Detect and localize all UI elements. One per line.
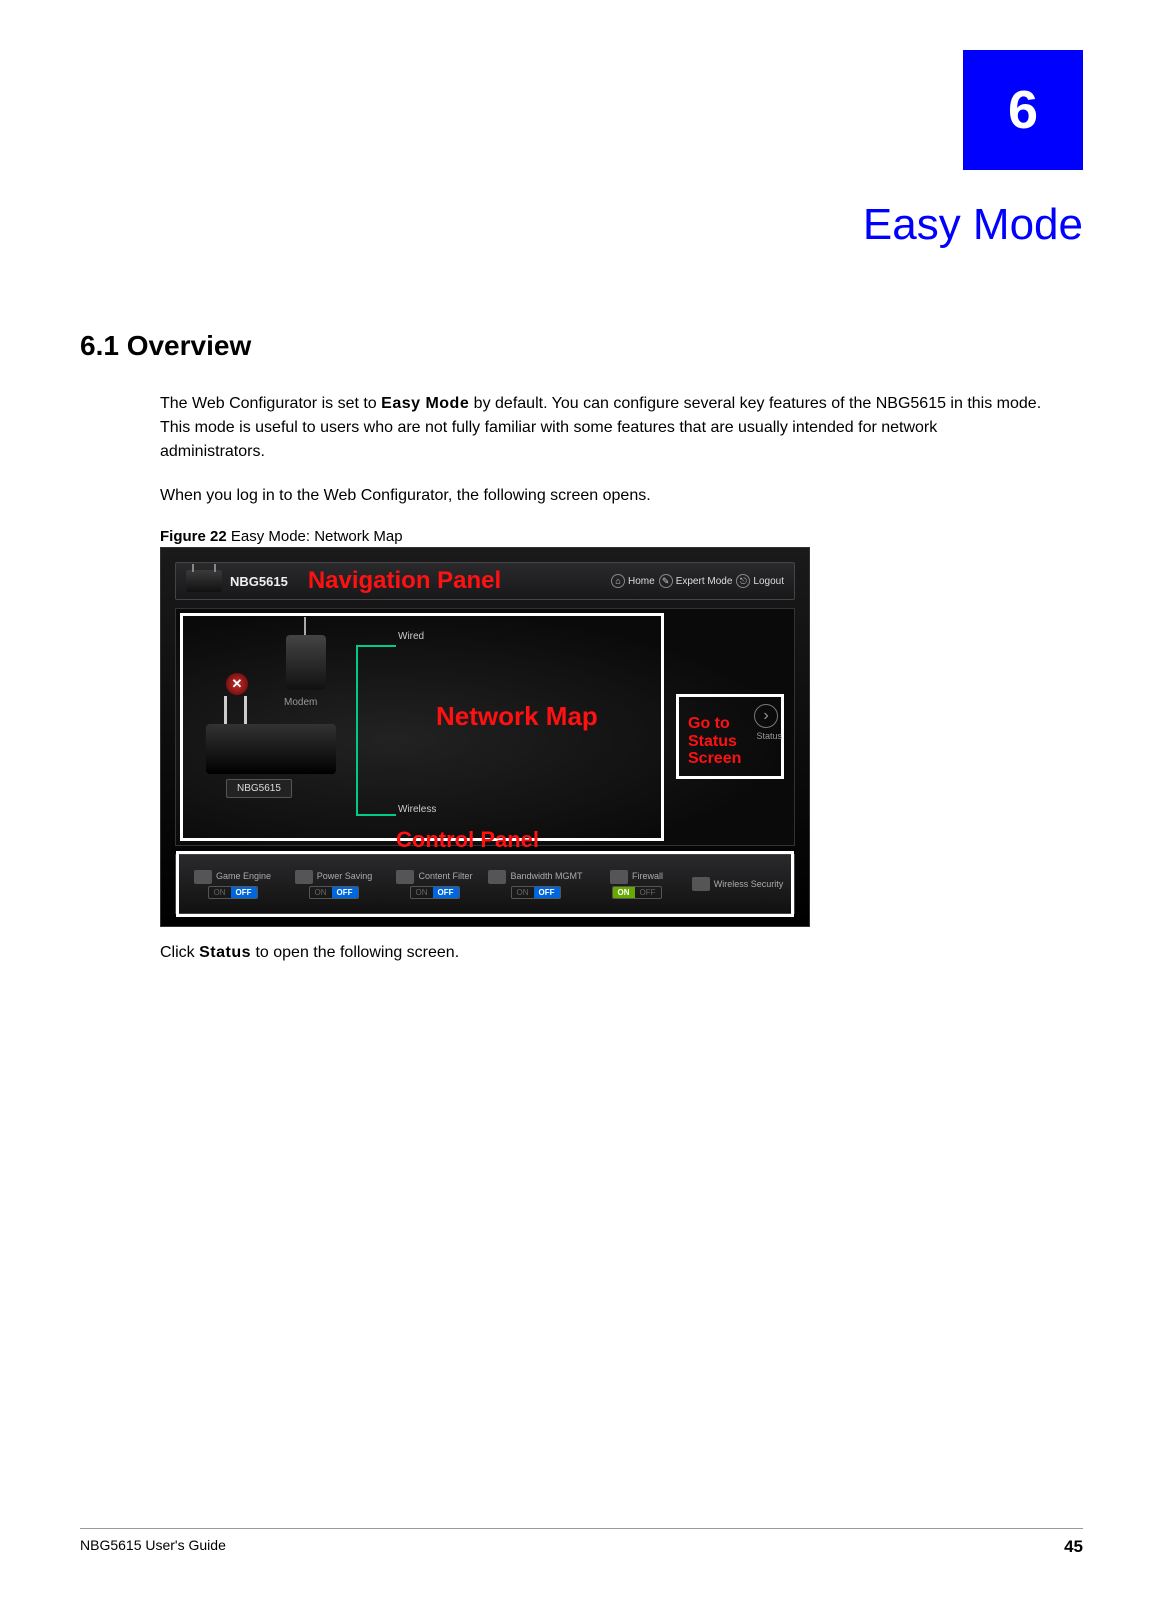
logout-link[interactable]: ⎋ Logout <box>736 574 784 588</box>
p3-text-b: to open the following screen. <box>251 944 459 961</box>
paragraph-1: The Web Configurator is set to Easy Mode… <box>160 392 1043 464</box>
annotation-navigation-panel: Navigation Panel <box>308 567 611 595</box>
annotation-control-panel: Control Panel <box>396 827 539 853</box>
expert-link-label: Expert Mode <box>676 576 733 587</box>
p1-text-a: The Web Configurator is set to <box>160 395 381 412</box>
top-links-group: ⌂ Home ✎ Expert Mode ⎋ Logout <box>611 574 784 588</box>
home-icon: ⌂ <box>611 574 625 588</box>
model-label: NBG5615 <box>230 574 288 589</box>
wireless-label: Wireless <box>398 804 436 815</box>
connector-line-top <box>356 645 396 647</box>
p3-text-a: Click <box>160 944 199 961</box>
modem-label: Modem <box>284 697 317 708</box>
annotation-network-map: Network Map <box>436 701 598 732</box>
section-heading-6-1: 6.1 Overview <box>80 330 1083 362</box>
home-link-label: Home <box>628 576 655 587</box>
navigation-panel-bar: NBG5615 Navigation Panel ⌂ Home ✎ Expert… <box>175 562 795 600</box>
paragraph-2: When you log in to the Web Configurator,… <box>160 484 1043 508</box>
router-device-icon <box>206 724 336 774</box>
disconnected-icon: ✕ <box>226 673 248 695</box>
footer-page-number: 45 <box>1064 1537 1083 1557</box>
chapter-title: Easy Mode <box>80 200 1083 250</box>
modem-icon <box>286 635 326 690</box>
status-label: Status <box>756 731 782 741</box>
figure-label: Figure 22 <box>160 528 227 545</box>
connector-line-bottom <box>356 814 396 816</box>
annotation-go-to-status: Go to Status Screen <box>688 715 758 768</box>
chapter-number-badge: 6 <box>963 50 1083 170</box>
figure-caption-text: Easy Mode: Network Map <box>227 528 403 545</box>
home-link[interactable]: ⌂ Home <box>611 574 655 588</box>
nbg-device-label: NBG5615 <box>226 779 292 798</box>
control-panel-bar: Control Panel Game Engine ONOFF Power Sa… <box>175 854 795 914</box>
logout-link-label: Logout <box>753 576 784 587</box>
p1-bold-easy-mode: Easy Mode <box>381 395 469 412</box>
annotation-box-control-panel <box>176 851 794 917</box>
network-map-body: ✕ Modem Wired Wireless NBG5615 Network M… <box>175 608 795 846</box>
expert-mode-link[interactable]: ✎ Expert Mode <box>659 574 733 588</box>
router-logo-icon <box>186 570 222 592</box>
footer-guide-name: NBG5615 User's Guide <box>80 1537 226 1557</box>
figure-22-screenshot: NBG5615 Navigation Panel ⌂ Home ✎ Expert… <box>160 547 810 927</box>
logout-icon: ⎋ <box>736 574 750 588</box>
paragraph-3: Click Status to open the following scree… <box>160 941 1043 965</box>
wired-label: Wired <box>398 631 424 642</box>
figure-22-caption: Figure 22 Easy Mode: Network Map <box>160 528 1083 545</box>
page-footer: NBG5615 User's Guide 45 <box>80 1528 1083 1557</box>
expert-icon: ✎ <box>659 574 673 588</box>
p3-bold-status: Status <box>199 944 251 961</box>
connector-line-vertical <box>356 645 358 815</box>
